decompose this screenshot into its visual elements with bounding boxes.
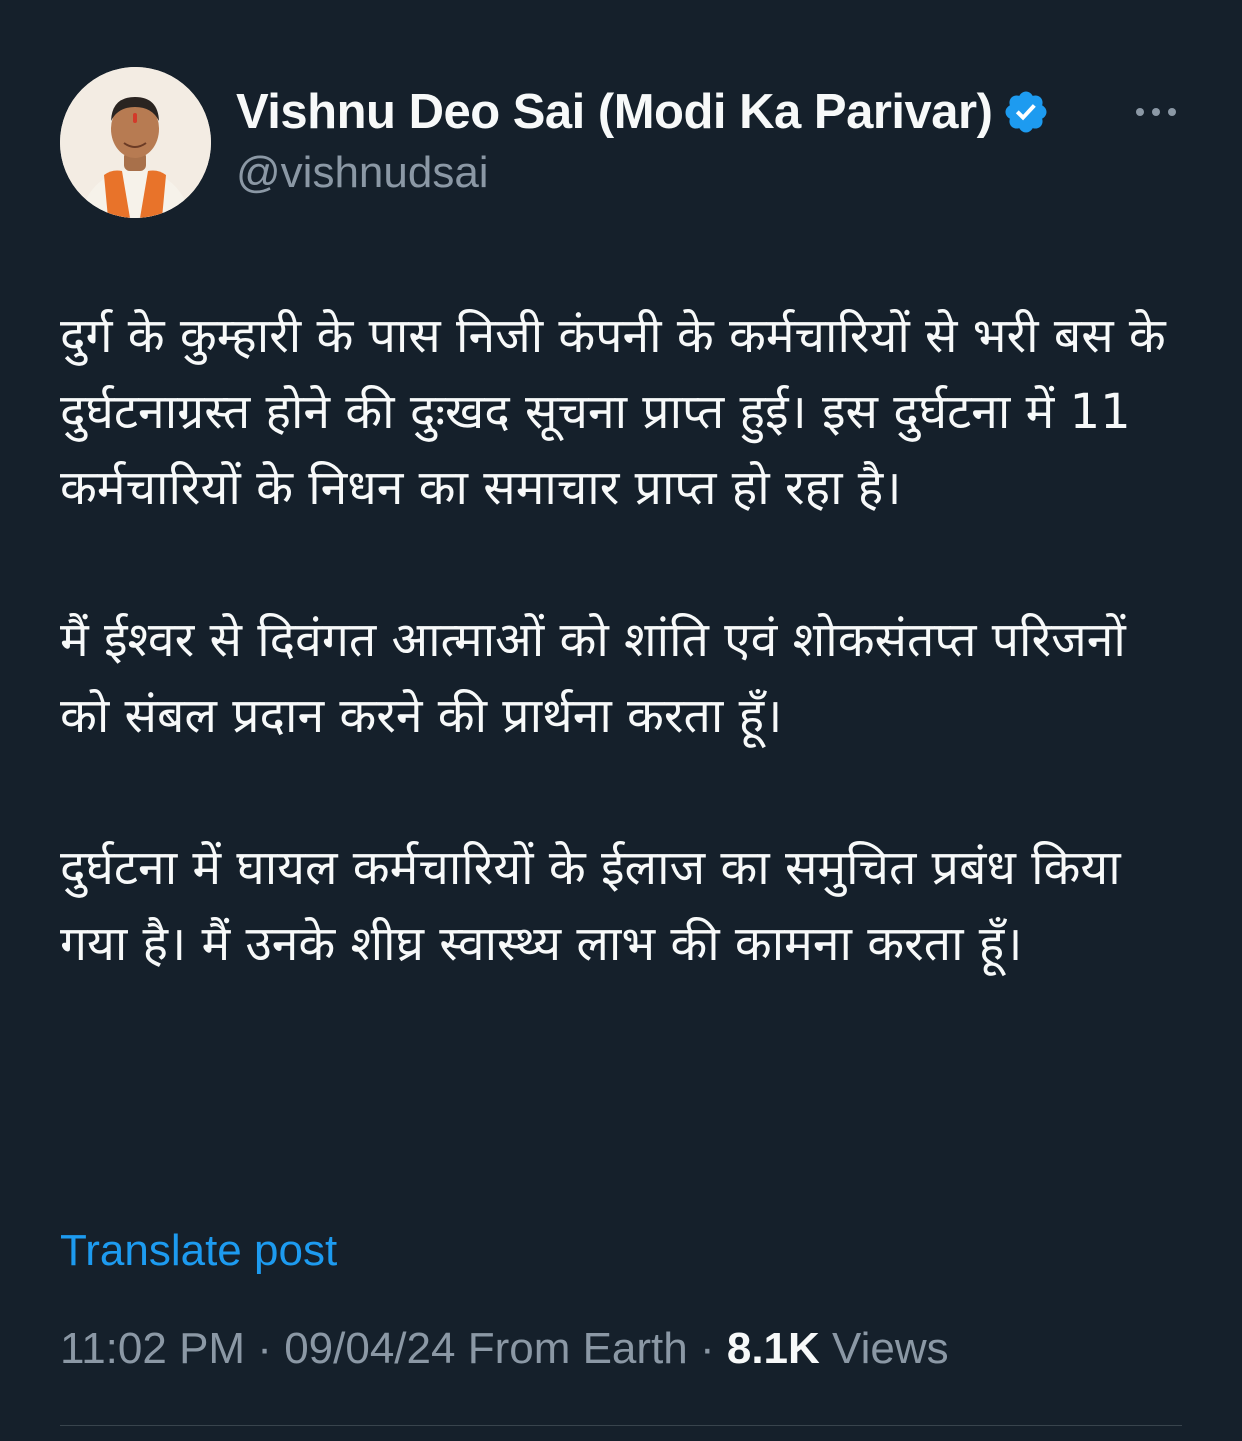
author-display-name[interactable]: Vishnu Deo Sai (Modi Ka Parivar): [236, 84, 993, 140]
post-time[interactable]: 11:02 PM: [60, 1324, 245, 1373]
post-text: दुर्ग के कुम्हारी के पास निजी कंपनी के क…: [60, 298, 1190, 982]
more-options-icon[interactable]: [1128, 92, 1184, 132]
post-date[interactable]: 09/04/24: [284, 1324, 455, 1373]
avatar[interactable]: [60, 67, 211, 218]
translate-post-link[interactable]: Translate post: [60, 1226, 337, 1276]
divider: [60, 1425, 1182, 1426]
post-meta: 11:02 PM · 09/04/24 From Earth · 8.1K Vi…: [60, 1324, 949, 1374]
views-label[interactable]: Views: [832, 1324, 949, 1373]
avatar-image: [60, 67, 211, 218]
views-count[interactable]: 8.1K: [727, 1324, 820, 1373]
post-paragraph: दुर्घटना में घायल कर्मचारियों के ईलाज का…: [60, 840, 1121, 972]
author-handle[interactable]: @vishnudsai: [236, 148, 489, 198]
meta-separator: ·: [245, 1324, 285, 1373]
post-paragraph: मैं ईश्वर से दिवंगत आत्माओं को शांति एवं…: [60, 612, 1126, 744]
post-source: From Earth: [467, 1324, 688, 1373]
meta-separator: ·: [687, 1324, 727, 1373]
post-card: Vishnu Deo Sai (Modi Ka Parivar) @vishnu…: [0, 0, 1242, 1441]
author-name-row[interactable]: Vishnu Deo Sai (Modi Ka Parivar): [236, 80, 1050, 144]
post-paragraph: दुर्ग के कुम्हारी के पास निजी कंपनी के क…: [60, 308, 1166, 516]
verified-badge-icon[interactable]: [1002, 88, 1050, 136]
